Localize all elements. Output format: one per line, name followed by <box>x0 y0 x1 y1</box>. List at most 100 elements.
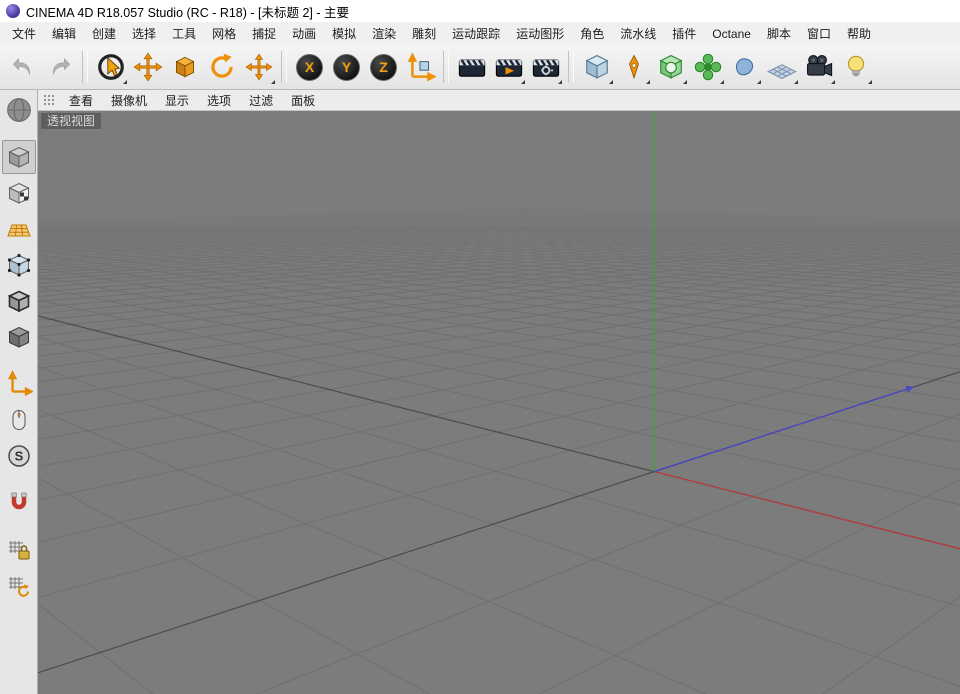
deformers-icon <box>692 51 724 83</box>
menu-item[interactable]: 动画 <box>284 22 324 45</box>
menu-item[interactable]: 编辑 <box>44 22 84 45</box>
y-axis-lock-icon: Y <box>333 54 360 81</box>
points-mode-icon <box>6 252 32 278</box>
workplane-mode-icon <box>6 216 32 242</box>
menu-bar: 文件编辑创建选择工具网格捕捉动画模拟渲染雕刻运动跟踪运动图形角色流水线插件Oct… <box>0 22 960 45</box>
menu-item[interactable]: 渲染 <box>364 22 404 45</box>
add-cube-button[interactable] <box>578 48 615 86</box>
app-window: CINEMA 4D R18.057 Studio (RC - R18) - [未… <box>0 0 960 694</box>
menu-item[interactable]: 帮助 <box>839 22 879 45</box>
generators-button[interactable] <box>652 48 689 86</box>
viewport-menu-item[interactable]: 过滤 <box>240 90 282 110</box>
toolbar-separator <box>443 51 449 83</box>
polygons-mode-icon <box>6 324 32 350</box>
spline-pen-button[interactable] <box>615 48 652 86</box>
drag-handle-icon[interactable] <box>43 94 54 107</box>
volume-icon <box>730 52 760 82</box>
viewport-label: 透视视图 <box>41 113 101 129</box>
scale-tool-icon <box>170 52 200 82</box>
svg-text:S: S <box>14 449 23 464</box>
points-mode-button[interactable] <box>2 248 36 282</box>
last-tool-button[interactable] <box>240 48 277 86</box>
menu-item[interactable]: 工具 <box>164 22 204 45</box>
redo-icon <box>47 54 73 80</box>
viewport-area: 查看摄像机显示选项过滤面板 透视视图 <box>38 90 960 694</box>
menu-item[interactable]: 雕刻 <box>404 22 444 45</box>
toolbar-separator <box>82 51 88 83</box>
app-icon <box>6 4 20 18</box>
texture-mode-button[interactable] <box>2 176 36 210</box>
menu-item[interactable]: 捕捉 <box>244 22 284 45</box>
make-editable-button[interactable] <box>2 93 36 127</box>
menu-item[interactable]: Octane <box>704 22 759 45</box>
spline-pen-icon <box>620 53 648 81</box>
volume-button[interactable] <box>726 48 763 86</box>
undo-button[interactable] <box>4 48 41 86</box>
light-icon <box>841 52 871 82</box>
viewport-menu-bar: 查看摄像机显示选项过滤面板 <box>38 90 960 111</box>
viewport-menu-item[interactable]: 查看 <box>60 90 102 110</box>
viewport-canvas[interactable]: 透视视图 <box>38 111 960 694</box>
render-picture-viewer-icon <box>493 51 525 83</box>
y-axis-lock-button[interactable]: Y <box>328 48 365 86</box>
menu-item[interactable]: 运动图形 <box>508 22 572 45</box>
live-selection-icon <box>96 52 126 82</box>
generators-icon <box>655 51 687 83</box>
x-axis-lock-button[interactable]: X <box>291 48 328 86</box>
toolbar-separator <box>568 51 574 83</box>
make-editable-icon <box>5 96 33 124</box>
toolbar-separator <box>281 51 287 83</box>
menu-item[interactable]: 创建 <box>84 22 124 45</box>
workplane-mode-button[interactable] <box>2 212 36 246</box>
camera-button[interactable] <box>800 48 837 86</box>
polygons-mode-button[interactable] <box>2 320 36 354</box>
rotate-tool-button[interactable] <box>203 48 240 86</box>
scale-tool-button[interactable] <box>166 48 203 86</box>
render-picture-viewer-button[interactable] <box>490 48 527 86</box>
menu-item[interactable]: 选择 <box>124 22 164 45</box>
axis-mode-icon <box>5 370 33 398</box>
light-button[interactable] <box>837 48 874 86</box>
model-mode-button[interactable] <box>2 140 36 174</box>
coordinate-system-button[interactable] <box>402 48 439 86</box>
workplane-rotate-icon <box>6 573 32 599</box>
menu-item[interactable]: 脚本 <box>759 22 799 45</box>
redo-button[interactable] <box>41 48 78 86</box>
workplane-lock-button[interactable] <box>2 533 36 567</box>
viewport-menu-item[interactable]: 显示 <box>156 90 198 110</box>
z-axis-lock-button[interactable]: Z <box>365 48 402 86</box>
render-settings-button[interactable] <box>527 48 564 86</box>
menu-item[interactable]: 运动跟踪 <box>444 22 508 45</box>
x-axis-lock-icon: X <box>296 54 323 81</box>
undo-icon <box>10 54 36 80</box>
main-area: S <box>0 90 960 694</box>
live-selection-button[interactable] <box>92 48 129 86</box>
floor-button[interactable] <box>763 48 800 86</box>
render-view-button[interactable] <box>453 48 490 86</box>
floor-icon <box>766 51 798 83</box>
menu-item[interactable]: 角色 <box>572 22 612 45</box>
viewport-menu-item[interactable]: 摄像机 <box>102 90 156 110</box>
toolbar: X Y Z <box>0 45 960 90</box>
magnet-snap-icon <box>6 490 32 516</box>
magnet-snap-button[interactable] <box>2 486 36 520</box>
tweak-mode-button[interactable] <box>2 403 36 437</box>
snap-s-button[interactable]: S <box>2 439 36 473</box>
menu-item[interactable]: 插件 <box>664 22 704 45</box>
menu-item[interactable]: 文件 <box>4 22 44 45</box>
menu-item[interactable]: 流水线 <box>612 22 664 45</box>
move-tool-icon <box>133 52 163 82</box>
menu-item[interactable]: 网格 <box>204 22 244 45</box>
deformers-button[interactable] <box>689 48 726 86</box>
workplane-rotate-button[interactable] <box>2 569 36 603</box>
menu-item[interactable]: 窗口 <box>799 22 839 45</box>
edges-mode-button[interactable] <box>2 284 36 318</box>
menu-item[interactable]: 模拟 <box>324 22 364 45</box>
move-tool-button[interactable] <box>129 48 166 86</box>
mode-sidebar: S <box>0 90 38 694</box>
edges-mode-icon <box>6 288 32 314</box>
viewport-menu-item[interactable]: 选项 <box>198 90 240 110</box>
viewport-menu-item[interactable]: 面板 <box>282 90 324 110</box>
axis-mode-button[interactable] <box>2 367 36 401</box>
title-bar: CINEMA 4D R18.057 Studio (RC - R18) - [未… <box>0 0 960 22</box>
